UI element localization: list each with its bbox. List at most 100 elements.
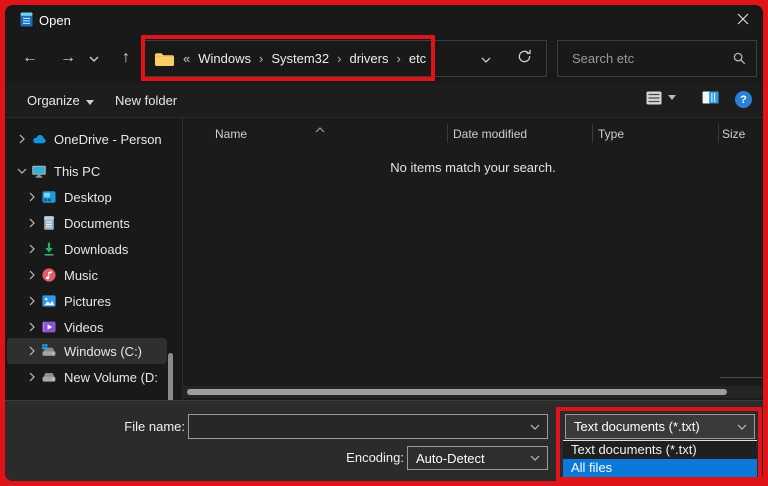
chevron-down-icon[interactable] xyxy=(530,424,540,430)
sidebar-item-music[interactable]: Music xyxy=(7,262,167,288)
file-name-input[interactable] xyxy=(189,418,530,435)
navigation-pane: OneDrive - Person This PC Desktop Docume… xyxy=(5,118,182,475)
notepad-app-icon xyxy=(20,12,33,27)
chevron-right-icon[interactable] xyxy=(27,270,37,280)
search-input[interactable] xyxy=(570,50,726,67)
breadcrumb-segment-drivers[interactable]: drivers xyxy=(349,51,388,66)
breadcrumb-segment-windows[interactable]: Windows xyxy=(198,51,251,66)
search-box[interactable] xyxy=(557,40,757,77)
column-header-date-modified[interactable]: Date modified xyxy=(453,122,527,146)
dropdown-option-all-files[interactable]: All files xyxy=(563,459,757,477)
organize-menu-button[interactable]: Organize xyxy=(27,84,94,117)
preview-pane-icon[interactable] xyxy=(702,91,719,104)
sidebar-item-label: Pictures xyxy=(64,293,111,309)
chevron-right-icon[interactable] xyxy=(17,134,27,144)
back-button[interactable]: ← xyxy=(18,38,42,78)
forward-arrow-icon: → xyxy=(60,49,76,66)
chevron-down-icon[interactable] xyxy=(17,168,27,174)
file-type-combobox[interactable]: Text documents (*.txt) xyxy=(565,414,755,439)
title-bar: Open xyxy=(5,5,763,36)
desktop-icon xyxy=(41,189,57,205)
breadcrumb-separator-icon[interactable]: › xyxy=(259,51,263,66)
horizontal-scrollbar-track[interactable] xyxy=(183,386,762,398)
chevron-down-icon[interactable] xyxy=(737,424,747,430)
column-divider[interactable] xyxy=(447,124,448,143)
views-dropdown-caret-icon[interactable] xyxy=(668,95,676,100)
chevron-right-icon[interactable] xyxy=(27,244,37,254)
chevron-right-icon[interactable] xyxy=(27,192,37,202)
file-list-area: Name Date modified Type Size No items ma… xyxy=(183,118,763,400)
caret-down-icon xyxy=(85,84,94,117)
breadcrumb-segment-system32[interactable]: System32 xyxy=(271,51,329,66)
encoding-label: Encoding: xyxy=(346,450,404,465)
column-header-size[interactable]: Size xyxy=(722,122,745,146)
column-header-name[interactable]: Name xyxy=(215,122,247,146)
file-name-label: File name: xyxy=(124,419,185,434)
sidebar-item-label: Downloads xyxy=(64,241,129,257)
list-edge-divider xyxy=(720,377,762,378)
chevron-down-icon[interactable] xyxy=(530,455,540,461)
search-icon xyxy=(733,52,746,70)
horizontal-scrollbar-thumb[interactable] xyxy=(187,389,727,395)
file-name-combobox[interactable] xyxy=(188,414,548,439)
address-bar[interactable]: « Windows › System32 › drivers › etc xyxy=(143,40,547,77)
window-title: Open xyxy=(39,13,71,28)
encoding-combobox[interactable]: Auto-Detect xyxy=(407,446,548,470)
chevron-right-icon[interactable] xyxy=(27,322,37,332)
address-dropdown-button[interactable] xyxy=(474,41,498,76)
drive-windows-icon xyxy=(41,343,57,359)
chevron-right-icon[interactable] xyxy=(27,372,37,382)
sidebar-item-label: New Volume (D: xyxy=(64,369,158,385)
sidebar-item-documents[interactable]: Documents xyxy=(7,210,167,236)
annotated-screenshot-frame: Open ← → ↑ « Windows › System32 › driver… xyxy=(0,0,768,486)
new-folder-button[interactable]: New folder xyxy=(115,84,177,117)
command-toolbar: Organize New folder ? xyxy=(5,84,763,117)
this-pc-icon xyxy=(31,163,47,179)
breadcrumb-overflow-chevrons[interactable]: « xyxy=(183,51,190,66)
column-header-type[interactable]: Type xyxy=(598,122,624,146)
sidebar-item-label: Desktop xyxy=(64,189,112,205)
sidebar-item-videos[interactable]: Videos xyxy=(7,314,167,340)
close-button[interactable] xyxy=(727,7,759,34)
column-divider[interactable] xyxy=(718,124,719,143)
sort-ascending-icon[interactable] xyxy=(315,120,325,138)
sidebar-item-new-volume-d[interactable]: New Volume (D: xyxy=(7,364,167,390)
dropdown-option-text-documents[interactable]: Text documents (*.txt) xyxy=(563,441,757,459)
chevron-right-icon[interactable] xyxy=(27,296,37,306)
open-file-dialog: Open ← → ↑ « Windows › System32 › driver… xyxy=(5,5,763,481)
folder-icon xyxy=(154,51,174,67)
help-button[interactable]: ? xyxy=(735,91,752,108)
breadcrumb-segment-etc[interactable]: etc xyxy=(409,51,426,66)
sidebar-item-windows-c[interactable]: Windows (C:) xyxy=(7,338,167,364)
sidebar-item-this-pc[interactable]: This PC xyxy=(7,158,167,184)
drive-icon xyxy=(41,369,57,385)
file-type-dropdown-list: Text documents (*.txt) All files xyxy=(563,440,757,477)
sidebar-item-desktop[interactable]: Desktop xyxy=(7,184,167,210)
chevron-right-icon[interactable] xyxy=(27,218,37,228)
refresh-button[interactable] xyxy=(512,41,536,76)
sidebar-item-downloads[interactable]: Downloads xyxy=(7,236,167,262)
organize-label: Organize xyxy=(27,93,80,108)
up-button[interactable]: ↑ xyxy=(114,38,138,78)
chevron-right-icon[interactable] xyxy=(27,346,37,356)
column-divider[interactable] xyxy=(592,124,593,143)
sidebar-item-pictures[interactable]: Pictures xyxy=(7,288,167,314)
breadcrumb-separator-icon[interactable]: › xyxy=(397,51,401,66)
downloads-icon xyxy=(41,241,57,257)
details-view-icon[interactable] xyxy=(646,91,662,105)
chevron-down-icon xyxy=(89,49,99,67)
new-folder-label: New folder xyxy=(115,93,178,108)
recent-locations-button[interactable] xyxy=(86,38,102,78)
breadcrumb-separator-icon[interactable]: › xyxy=(337,51,341,66)
sidebar-item-onedrive[interactable]: OneDrive - Person xyxy=(7,126,167,152)
close-icon xyxy=(737,12,749,30)
encoding-value: Auto-Detect xyxy=(416,450,485,466)
help-icon: ? xyxy=(740,93,747,106)
back-arrow-icon: ← xyxy=(22,49,38,66)
music-icon xyxy=(41,267,57,283)
sidebar-item-label: OneDrive - Person xyxy=(54,131,162,147)
refresh-icon xyxy=(517,49,532,69)
pictures-icon xyxy=(41,293,57,309)
forward-button[interactable]: → xyxy=(56,38,80,78)
dialog-footer: File name: Encoding: Auto-Detect Text do… xyxy=(5,400,763,481)
